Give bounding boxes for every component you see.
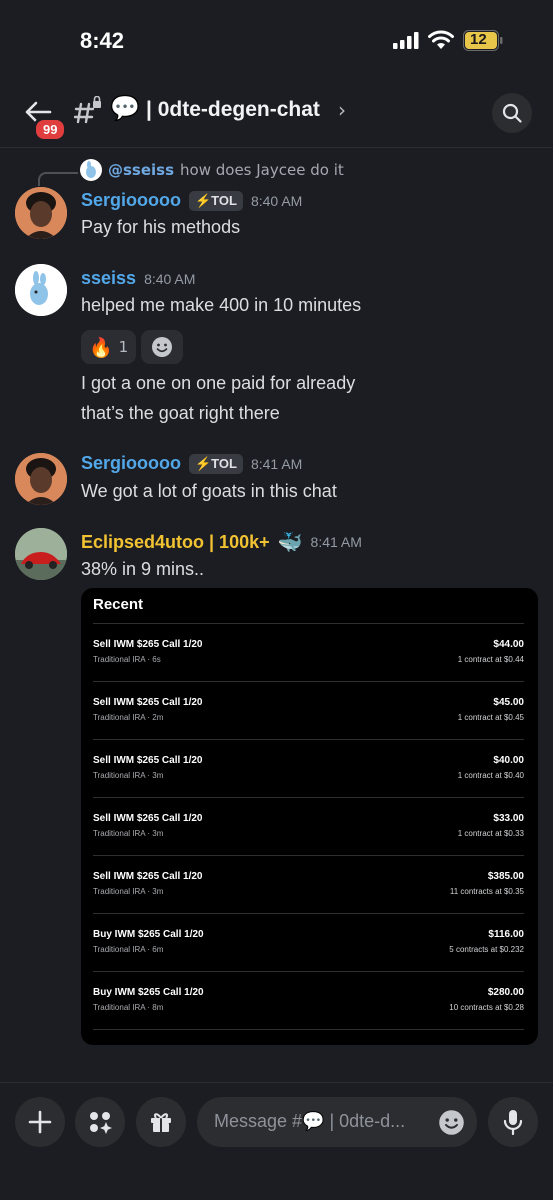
avatar (80, 159, 102, 181)
status-time: 8:42 (80, 28, 125, 53)
username[interactable]: Sergiooooo (81, 190, 181, 211)
channel-title[interactable]: | 0dte-degen-chat (146, 98, 320, 122)
trade-detail: 10 contracts at $0.28 (449, 1003, 524, 1012)
username[interactable]: Sergiooooo (81, 453, 181, 474)
voice-message-button[interactable] (488, 1097, 538, 1147)
trade-title: Sell IWM $265 Call 1/20 (93, 639, 203, 650)
trade-title: Sell IWM $265 Call 1/20 (93, 697, 203, 708)
trade-subtitle: Traditional IRA · 6m (93, 945, 164, 954)
avatar[interactable] (15, 187, 67, 239)
table-row: Sell IWM $265 Call 1/20 Traditional IRA … (93, 624, 524, 682)
message-input[interactable]: Message #💬 | 0dte-d... (197, 1097, 477, 1147)
trade-amount: $280.00 (487, 987, 524, 998)
unread-badge: 99 (33, 117, 68, 142)
apps-button[interactable] (75, 1097, 125, 1147)
avatar[interactable] (15, 264, 67, 316)
timestamp: 8:40 AM (144, 270, 196, 287)
trade-detail: 11 contracts at $0.35 (449, 887, 524, 896)
whale-icon: 🐳 (277, 530, 303, 554)
timestamp: 8:40 AM (250, 192, 303, 209)
trade-title: Buy IWM $265 Call 1/20 (93, 929, 204, 940)
chevron-right-icon[interactable]: › (338, 98, 346, 122)
trade-amount: $40.00 (493, 755, 524, 766)
message-header: Eclipsed4utoo | 100k+ 🐳 8:41 AM (81, 530, 362, 554)
reply-snippet: how does Jaycee do it (180, 161, 344, 179)
card-title: Recent (93, 596, 144, 613)
table-row: Buy IWM $265 Call 1/20 Traditional IRA ·… (93, 914, 524, 972)
message-text: that’s the goat right there (81, 403, 280, 423)
image-attachment[interactable]: Recent Sell IWM $265 Call 1/20 Tradition… (81, 588, 538, 1045)
reply-reference[interactable]: @sseiss how does Jaycee do it (80, 158, 344, 182)
trade-detail: 5 contracts at $0.232 (449, 945, 524, 954)
trade-subtitle: Traditional IRA · 8m (93, 1003, 164, 1012)
trade-amount: $116.00 (488, 929, 524, 940)
username[interactable]: sseiss (81, 268, 136, 289)
search-icon (502, 103, 522, 123)
add-attachment-button[interactable] (15, 1097, 65, 1147)
channel-header: 99 💬 | 0dte-degen-chat › (0, 80, 553, 148)
reaction-count: 1 (118, 338, 129, 356)
table-row: Sell IWM $265 Call 1/20 Traditional IRA … (93, 856, 524, 914)
wifi-icon (428, 30, 454, 49)
timestamp: 8:41 AM (310, 534, 362, 550)
battery-icon: 12 (463, 30, 503, 51)
message-list: @sseiss how does Jaycee do it Sergiooooo… (0, 150, 553, 1080)
trade-subtitle: Traditional IRA · 3m (93, 829, 164, 838)
trade-detail: 1 contract at $0.40 (457, 771, 524, 780)
message-text: 38% in 9 mins.. (81, 559, 205, 579)
message-composer: Message #💬 | 0dte-d... (0, 1082, 553, 1200)
reply-connector (38, 172, 78, 186)
table-row: Buy IWM $265 Call 1/20 Traditional IRA ·… (93, 972, 524, 1030)
table-row: Sell IWM $265 Call 1/20 Traditional IRA … (93, 682, 524, 740)
trade-amount: $44.00 (493, 639, 524, 650)
smiley-icon (152, 337, 172, 357)
message-header: Sergiooooo ⚡TOL 8:41 AM (81, 453, 302, 474)
trade-amount: $33.00 (493, 813, 524, 824)
trade-subtitle: Traditional IRA · 2m (93, 713, 164, 722)
trade-title: Sell IWM $265 Call 1/20 (93, 871, 203, 882)
message-header: Sergiooooo ⚡TOL 8:40 AM (81, 190, 302, 211)
trade-title: Buy IWM $265 Call 1/20 (93, 987, 204, 998)
trade-detail: 1 contract at $0.45 (457, 713, 524, 722)
emoji-picker-icon[interactable] (438, 1109, 465, 1136)
message-text: helped me make 400 in 10 minutes (81, 295, 362, 315)
channel-emoji: 💬 (110, 94, 140, 122)
trade-amount: $385.00 (487, 871, 524, 882)
reaction-fire[interactable]: 🔥 1 (81, 330, 136, 364)
trade-subtitle: Traditional IRA · 3m (93, 887, 164, 896)
trade-subtitle: Traditional IRA · 6s (93, 655, 161, 664)
avatar[interactable] (15, 453, 67, 505)
message-text: I got a one on one paid for already (81, 373, 356, 393)
avatar[interactable] (15, 528, 67, 580)
microphone-icon (503, 1110, 523, 1135)
trade-title: Sell IWM $265 Call 1/20 (93, 755, 203, 766)
message-header: sseiss 8:40 AM (81, 268, 195, 289)
message-input-placeholder: Message #💬 | 0dte-d... (214, 1111, 406, 1131)
timestamp: 8:41 AM (250, 455, 303, 472)
status-bar: 8:42 12 (0, 0, 553, 80)
reply-username[interactable]: @sseiss (108, 161, 174, 179)
gift-button[interactable] (136, 1097, 186, 1147)
apps-icon (90, 1112, 112, 1134)
trade-title: Sell IWM $265 Call 1/20 (93, 813, 203, 824)
battery-level: 12 (470, 31, 487, 48)
fire-icon: 🔥 (89, 336, 113, 359)
plus-icon (28, 1110, 52, 1134)
signal-icon (393, 32, 419, 49)
table-row: Sell IWM $265 Call 1/20 Traditional IRA … (93, 798, 524, 856)
add-reaction-button[interactable] (141, 330, 183, 364)
search-button[interactable] (492, 93, 532, 133)
trade-detail: 1 contract at $0.33 (457, 829, 524, 838)
role-tag[interactable]: ⚡TOL (189, 453, 243, 474)
message-text: Pay for his methods (81, 217, 241, 237)
trade-amount: $45.00 (493, 697, 524, 708)
table-row: Sell IWM $265 Call 1/20 Traditional IRA … (93, 740, 524, 798)
gift-icon (151, 1113, 171, 1132)
role-tag[interactable]: ⚡TOL (189, 190, 243, 211)
trade-subtitle: Traditional IRA · 3m (93, 771, 164, 780)
username[interactable]: Eclipsed4utoo | 100k+ (81, 532, 270, 553)
message-text: We got a lot of goats in this chat (81, 481, 337, 501)
locked-channel-icon (74, 96, 101, 124)
trade-detail: 1 contract at $0.44 (457, 655, 524, 664)
